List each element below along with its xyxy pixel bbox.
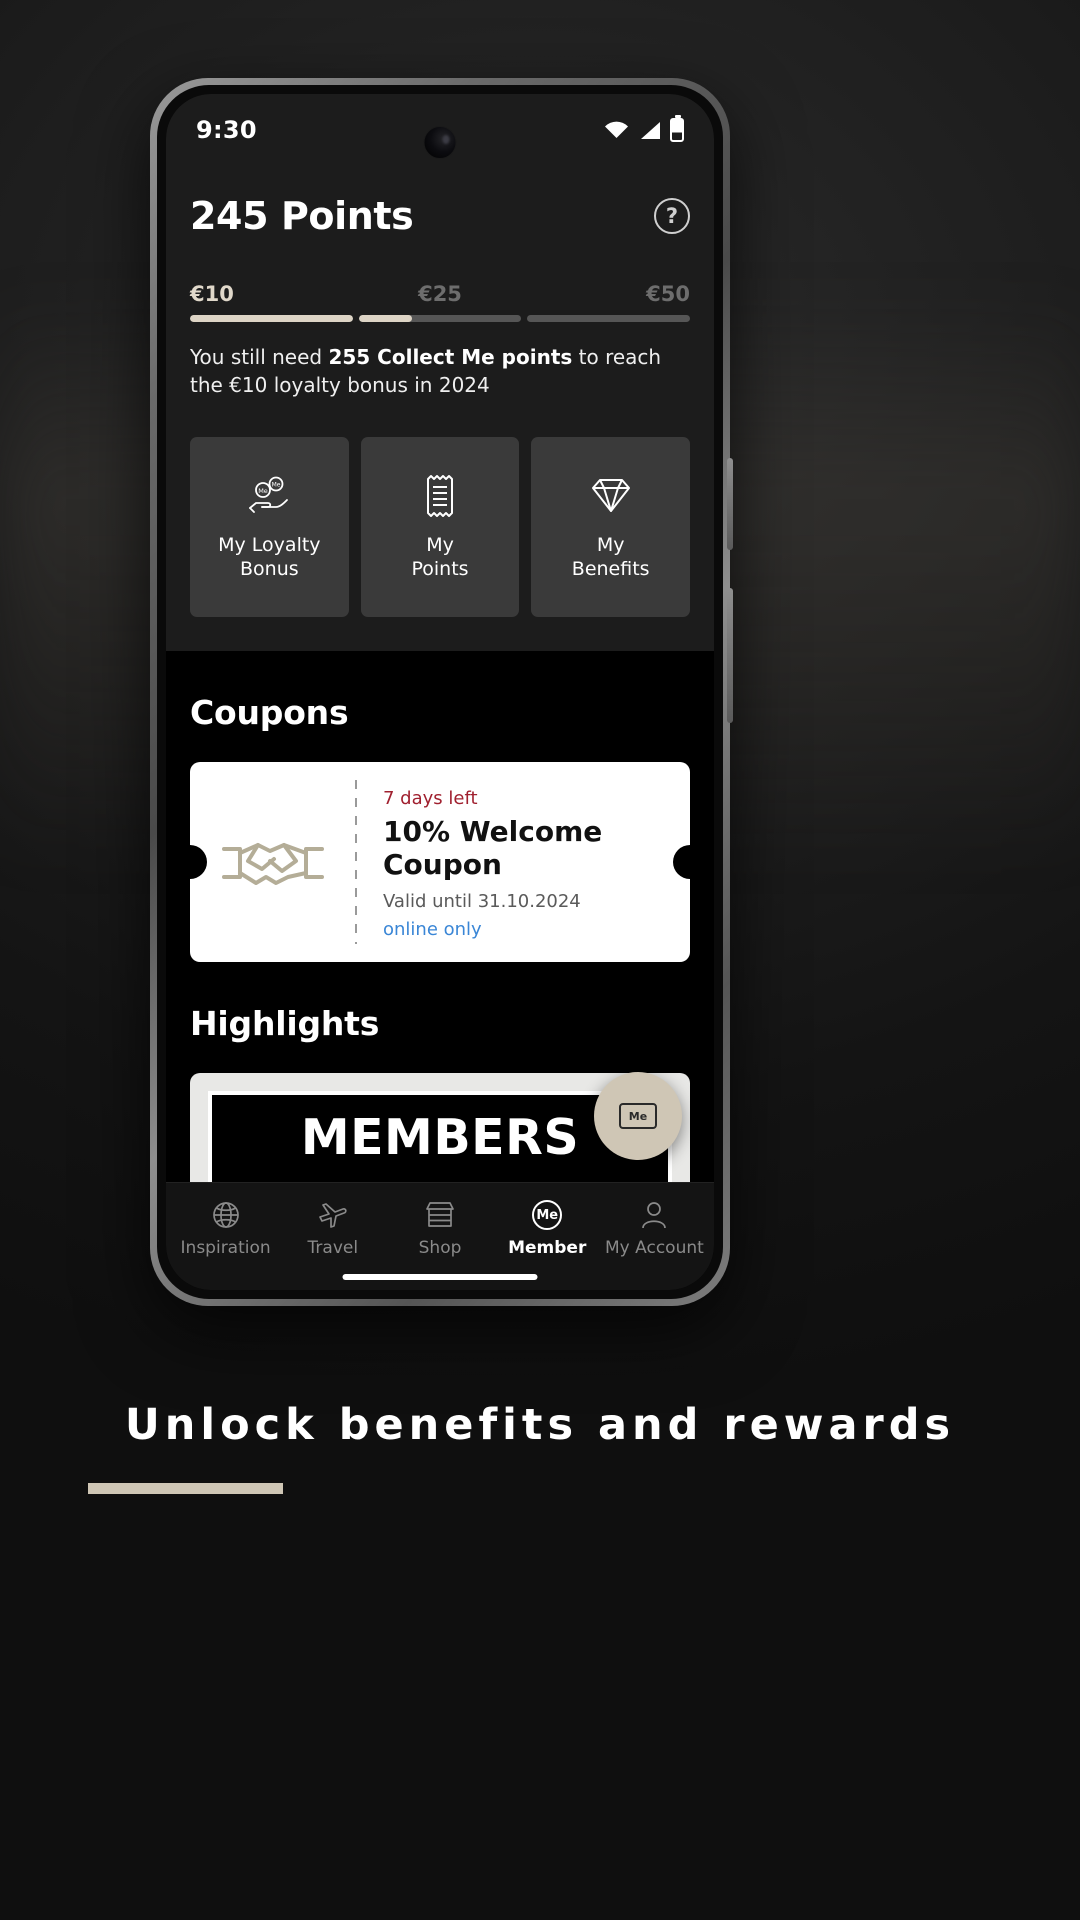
progress-note-prefix: You still need [190, 345, 329, 369]
me-circle-icon: Me [532, 1199, 563, 1231]
help-icon[interactable]: ? [654, 198, 690, 234]
tier-label-1: €10 [190, 282, 234, 306]
action-card-label-my-points: My Points [411, 533, 468, 582]
diamond-icon [589, 473, 633, 519]
me-fab-badge: Me [619, 1103, 657, 1129]
me-card-icon[interactable]: Me [594, 1072, 682, 1160]
label-line-1: My [426, 533, 454, 556]
nav-label-shop: Shop [418, 1238, 462, 1258]
nav-item-travel[interactable]: Travel [279, 1199, 386, 1258]
caption-underline [88, 1483, 283, 1494]
tier-label-3: €50 [646, 282, 691, 306]
nav-item-inspiration[interactable]: Inspiration [172, 1199, 279, 1258]
person-icon [640, 1199, 668, 1231]
phone-device-frame: 9:30 245 Points ? €10 €25 €50 You still … [150, 78, 733, 1306]
progress-segment-3 [527, 315, 691, 322]
highlight-banner-text: MEMBERS [300, 1109, 580, 1167]
highlights-section-title: Highlights [190, 1004, 380, 1044]
volume-button[interactable] [727, 458, 733, 550]
points-total: 245 Points [190, 194, 414, 238]
progress-note: You still need 255 Collect Me points to … [190, 344, 690, 399]
nav-label-member: Member [508, 1238, 587, 1258]
store-icon [424, 1199, 456, 1231]
action-card-my-loyalty-bonus[interactable]: Me Me My Loyalty Bonus [190, 437, 349, 618]
globe-icon [211, 1199, 241, 1231]
power-button[interactable] [727, 588, 733, 723]
coupon-title-line-1: 10% Welcome [383, 815, 603, 849]
action-card-label-my-benefits: My Benefits [572, 533, 650, 582]
nav-label-inspiration: Inspiration [180, 1238, 271, 1258]
label-line-2: Points [411, 558, 469, 581]
caption-block: Unlock benefits and rewards [0, 1400, 1080, 1494]
phone-bezel: 9:30 245 Points ? €10 €25 €50 You still … [157, 85, 723, 1299]
coupon-title-line-2: Coupon [383, 847, 502, 881]
progress-segment-2 [358, 315, 522, 322]
nav-item-shop[interactable]: Shop [386, 1199, 493, 1258]
nav-item-member[interactable]: Me Member [494, 1199, 601, 1258]
label-line-2: Bonus [240, 558, 299, 581]
tier-labels: €10 €25 €50 [190, 282, 690, 306]
svg-text:Me: Me [259, 487, 269, 495]
coupons-section-title: Coupons [190, 693, 349, 733]
progress-segment-1 [190, 315, 353, 322]
caption-text: Unlock benefits and rewards [124, 1400, 956, 1450]
coupon-channel-link[interactable]: online only [383, 919, 670, 940]
home-indicator[interactable] [342, 1274, 538, 1280]
label-line-1: My Loyalty [218, 533, 321, 556]
label-line-2: Benefits [571, 558, 650, 581]
hand-with-coins-icon: Me Me [246, 473, 292, 519]
nav-label-travel: Travel [307, 1238, 359, 1258]
phone-screen: 9:30 245 Points ? €10 €25 €50 You still … [166, 94, 714, 1290]
cellular-signal-icon [638, 121, 661, 140]
tier-label-2: €25 [418, 282, 462, 306]
wifi-icon [604, 121, 629, 139]
status-bar-time: 9:30 [196, 116, 257, 144]
coupon-title: 10% Welcome Coupon [383, 815, 670, 881]
airplane-icon [317, 1199, 349, 1231]
tier-progress-bar [190, 315, 691, 322]
front-camera-icon [423, 126, 457, 159]
action-card-label-my-loyalty-bonus: My Loyalty Bonus [218, 533, 320, 582]
status-bar-icons [604, 115, 684, 142]
me-circle-badge: Me [532, 1200, 563, 1230]
action-card-my-points[interactable]: My Points [360, 437, 520, 618]
coupon-body: 7 days left 10% Welcome Coupon Valid unt… [357, 762, 690, 962]
coupons-section: Coupons 7 days left 10% Welcome Coupon V… [166, 651, 714, 963]
svg-text:Me: Me [272, 481, 281, 488]
handshake-icon [190, 762, 355, 962]
coupon-valid-until: Valid until 31.10.2024 [383, 891, 581, 913]
action-cards-row: Me Me My Loyalty Bonus My Points My Bene… [190, 437, 691, 618]
progress-note-emphasis: 255 Collect Me points [328, 345, 573, 369]
loyalty-hero-card: 245 Points ? €10 €25 €50 You still need … [166, 166, 714, 652]
label-line-1: My [596, 533, 625, 556]
battery-icon [670, 115, 684, 142]
nav-label-my-account: My Account [605, 1238, 704, 1258]
action-card-my-benefits[interactable]: My Benefits [531, 437, 691, 618]
receipt-icon [423, 473, 457, 519]
coupon-card[interactable]: 7 days left 10% Welcome Coupon Valid unt… [190, 762, 690, 963]
coupon-expiry-badge: 7 days left [383, 788, 478, 810]
points-header: 245 Points ? [190, 194, 690, 238]
nav-item-my-account[interactable]: My Account [601, 1199, 708, 1258]
